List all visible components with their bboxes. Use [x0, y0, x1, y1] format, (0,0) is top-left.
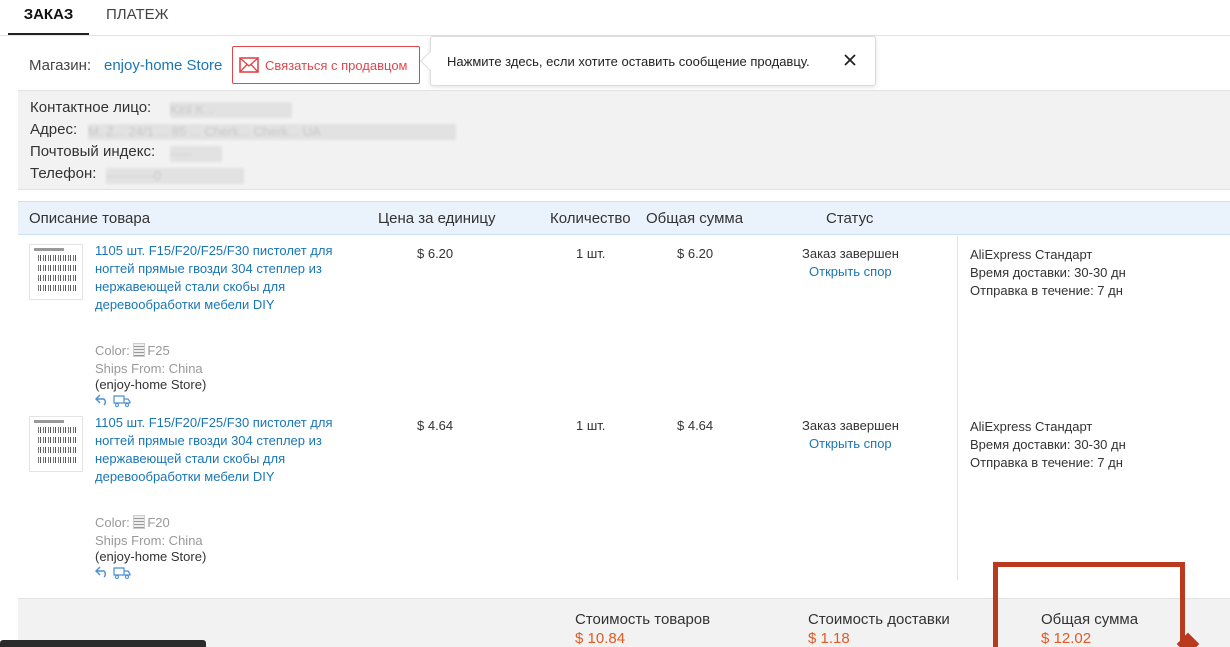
highlight-annotation-box: [993, 562, 1185, 647]
delivery-truck-icon[interactable]: [113, 566, 131, 579]
address-label: Адрес:: [30, 121, 78, 138]
quantity: 1 шт.: [576, 418, 606, 433]
product-color: Color: F20: [95, 515, 170, 530]
item-total: $ 6.20: [677, 246, 714, 261]
header-description: Описание товара: [29, 210, 151, 227]
color-swatch-icon: [133, 515, 146, 529]
zip-value: -----: [170, 146, 222, 162]
close-icon[interactable]: [842, 52, 858, 68]
color-label: Color:: [95, 343, 130, 358]
item-store-name: (enjoy-home Store): [95, 377, 207, 392]
shipping-address-box: Контактное лицо: Kiril K... Адрес: M. Z.…: [18, 90, 1230, 190]
return-icon[interactable]: [95, 394, 109, 406]
item-store-name: (enjoy-home Store): [95, 549, 207, 564]
contact-seller-button[interactable]: Связаться с продавцом: [232, 46, 420, 84]
tab-order[interactable]: ЗАКАЗ: [8, 5, 89, 35]
color-swatch-icon: [133, 343, 146, 357]
goods-cost-value: $ 10.84: [575, 630, 626, 647]
dispatch-time: Отправка в течение: 7 дн: [970, 283, 1123, 298]
order-tabs: ЗАКАЗ ПЛАТЕЖ: [0, 0, 1230, 36]
item-action-icons: [95, 566, 131, 579]
header-total: Общая сумма: [646, 210, 744, 227]
product-thumbnail[interactable]: [29, 416, 83, 472]
color-label: Color:: [95, 515, 130, 530]
contact-person-value: Kiril K...: [170, 102, 292, 118]
store-label: Магазин:: [29, 57, 92, 74]
zip-label: Почтовый индекс:: [30, 143, 156, 160]
store-name-link[interactable]: enjoy-home Store: [104, 57, 222, 74]
delivery-time: Время доставки: 30-30 дн: [970, 265, 1126, 280]
tooltip-text: Нажмите здесь, если хотите оставить сооб…: [447, 54, 810, 69]
mail-icon: [239, 57, 259, 73]
shipping-info: AliExpress Стандарт Время доставки: 30-3…: [957, 236, 1126, 408]
order-item-row: 1105 шт. F15/F20/F25/F30 пистолет для но…: [18, 236, 1230, 408]
header-unit-price: Цена за единицу: [378, 210, 496, 227]
unit-price: $ 6.20: [417, 246, 454, 261]
shipping-info: AliExpress Стандарт Время доставки: 30-3…: [957, 408, 1126, 580]
quantity: 1 шт.: [576, 246, 606, 261]
product-title-link[interactable]: 1105 шт. F15/F20/F25/F30 пистолет для но…: [95, 242, 335, 314]
ships-from: Ships From: China: [95, 361, 203, 376]
order-status: Заказ завершен: [802, 418, 899, 433]
product-thumbnail[interactable]: [29, 244, 83, 300]
product-color: Color: F25: [95, 343, 170, 358]
delivery-time: Время доставки: 30-30 дн: [970, 437, 1126, 452]
item-action-icons: [95, 394, 131, 407]
delivery-truck-icon[interactable]: [113, 394, 131, 407]
address-value: M. Z... 24/1 ... 85 ... Cherk... Cherk..…: [88, 124, 456, 140]
unit-price: $ 4.64: [417, 418, 454, 433]
color-value: F20: [147, 515, 170, 530]
shipping-cost-label: Стоимость доставки: [808, 611, 950, 628]
contact-person-label: Контактное лицо:: [30, 99, 152, 116]
color-value: F25: [147, 343, 170, 358]
return-icon[interactable]: [95, 566, 109, 578]
ships-from: Ships From: China: [95, 533, 203, 548]
phone-value: -----------0: [106, 168, 244, 184]
bottom-dark-bar: [0, 640, 206, 647]
items-table-header: Описание товара Цена за единицу Количест…: [18, 201, 1230, 235]
open-dispute-link[interactable]: Открыть спор: [809, 264, 892, 279]
header-status: Статус: [826, 210, 874, 227]
shipping-method: AliExpress Стандарт: [970, 419, 1093, 434]
header-quantity: Количество: [550, 210, 631, 227]
contact-seller-label: Связаться с продавцом: [265, 57, 408, 73]
shipping-method: AliExpress Стандарт: [970, 247, 1093, 262]
shipping-cost-value: $ 1.18: [808, 630, 850, 647]
seller-message-tooltip: Нажмите здесь, если хотите оставить сооб…: [420, 36, 876, 86]
tab-payment[interactable]: ПЛАТЕЖ: [106, 5, 168, 35]
phone-label: Телефон:: [30, 165, 97, 182]
item-total: $ 4.64: [677, 418, 714, 433]
product-title-link[interactable]: 1105 шт. F15/F20/F25/F30 пистолет для но…: [95, 414, 335, 486]
order-item-row: 1105 шт. F15/F20/F25/F30 пистолет для но…: [18, 408, 1230, 580]
open-dispute-link[interactable]: Открыть спор: [809, 436, 892, 451]
dispatch-time: Отправка в течение: 7 дн: [970, 455, 1123, 470]
goods-cost-label: Стоимость товаров: [575, 611, 711, 628]
order-status: Заказ завершен: [802, 246, 899, 261]
